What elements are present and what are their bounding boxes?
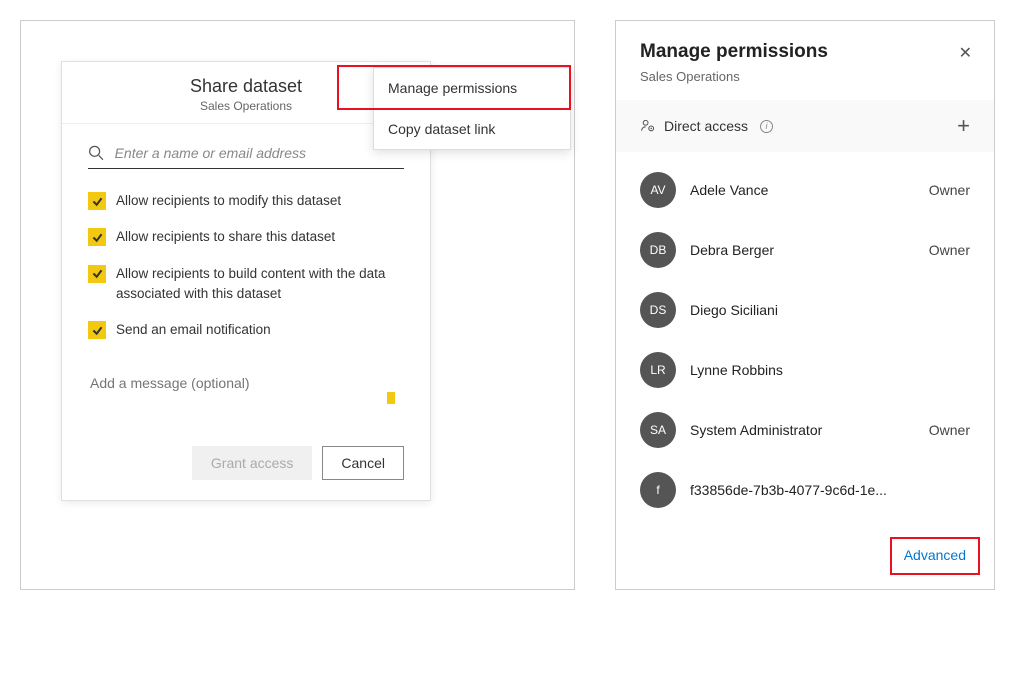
info-icon[interactable]: i [760, 120, 773, 133]
recipient-search-wrap [88, 144, 404, 169]
people-gear-icon [640, 118, 656, 134]
checkbox-modify[interactable]: Allow recipients to modify this dataset [88, 191, 404, 211]
permissions-footer: Advanced [616, 529, 994, 589]
avatar: SA [640, 412, 676, 448]
user-row[interactable]: AV Adele Vance Owner [616, 160, 994, 220]
user-name: Debra Berger [690, 242, 915, 258]
grant-access-button[interactable]: Grant access [192, 446, 312, 480]
avatar: f [640, 472, 676, 508]
checkbox-icon [88, 192, 106, 210]
checkbox-icon [88, 265, 106, 283]
user-row[interactable]: DS Diego Siciliani [616, 280, 994, 340]
permissions-title: Manage permissions [640, 41, 970, 63]
share-dialog-container: Share dataset Sales Operations ··· Allow… [20, 20, 575, 590]
add-user-button[interactable]: + [957, 113, 970, 139]
menu-copy-link[interactable]: Copy dataset link [374, 109, 570, 149]
cancel-button[interactable]: Cancel [322, 446, 404, 480]
user-row[interactable]: DB Debra Berger Owner [616, 220, 994, 280]
checkbox-email[interactable]: Send an email notification [88, 320, 404, 340]
checkbox-label: Send an email notification [116, 320, 271, 340]
close-button[interactable]: ✕ [959, 43, 972, 63]
share-footer: Grant access Cancel [62, 446, 430, 500]
manage-permissions-panel: Manage permissions Sales Operations ✕ Di… [615, 20, 995, 590]
user-role: Owner [929, 182, 970, 198]
checkbox-icon [88, 321, 106, 339]
user-name: Lynne Robbins [690, 362, 956, 378]
recipient-search-input[interactable] [113, 144, 404, 162]
user-role: Owner [929, 242, 970, 258]
checkbox-label: Allow recipients to modify this dataset [116, 191, 341, 211]
checkbox-label: Allow recipients to share this dataset [116, 227, 335, 247]
avatar: LR [640, 352, 676, 388]
message-input[interactable] [88, 374, 404, 392]
permissions-header: Manage permissions Sales Operations ✕ [616, 21, 994, 100]
direct-access-section: Direct access i + [616, 100, 994, 152]
avatar: DS [640, 292, 676, 328]
checkbox-icon [88, 228, 106, 246]
user-name: System Administrator [690, 422, 915, 438]
menu-manage-permissions[interactable]: Manage permissions [374, 68, 570, 109]
avatar: DB [640, 232, 676, 268]
user-name: Adele Vance [690, 182, 915, 198]
section-label: Direct access [664, 118, 748, 134]
user-name: Diego Siciliani [690, 302, 956, 318]
search-icon [88, 144, 105, 162]
more-options-menu: Manage permissions Copy dataset link [373, 67, 571, 150]
advanced-link[interactable]: Advanced [892, 541, 978, 569]
avatar: AV [640, 172, 676, 208]
user-row[interactable]: SA System Administrator Owner [616, 400, 994, 460]
cursor-indicator [387, 392, 395, 404]
share-body: Allow recipients to modify this dataset … [62, 124, 430, 446]
checkbox-build[interactable]: Allow recipients to build content with t… [88, 264, 404, 305]
user-row[interactable]: LR Lynne Robbins [616, 340, 994, 400]
user-row[interactable]: f f33856de-7b3b-4077-9c6d-1e... [616, 460, 994, 520]
highlight-advanced: Advanced [890, 537, 980, 575]
checkbox-share[interactable]: Allow recipients to share this dataset [88, 227, 404, 247]
permissions-subtitle: Sales Operations [640, 69, 970, 84]
user-list: AV Adele Vance Owner DB Debra Berger Own… [616, 152, 994, 529]
checkbox-label: Allow recipients to build content with t… [116, 264, 404, 305]
section-label-wrap: Direct access i [640, 118, 773, 134]
user-name: f33856de-7b3b-4077-9c6d-1e... [690, 482, 956, 498]
user-role: Owner [929, 422, 970, 438]
